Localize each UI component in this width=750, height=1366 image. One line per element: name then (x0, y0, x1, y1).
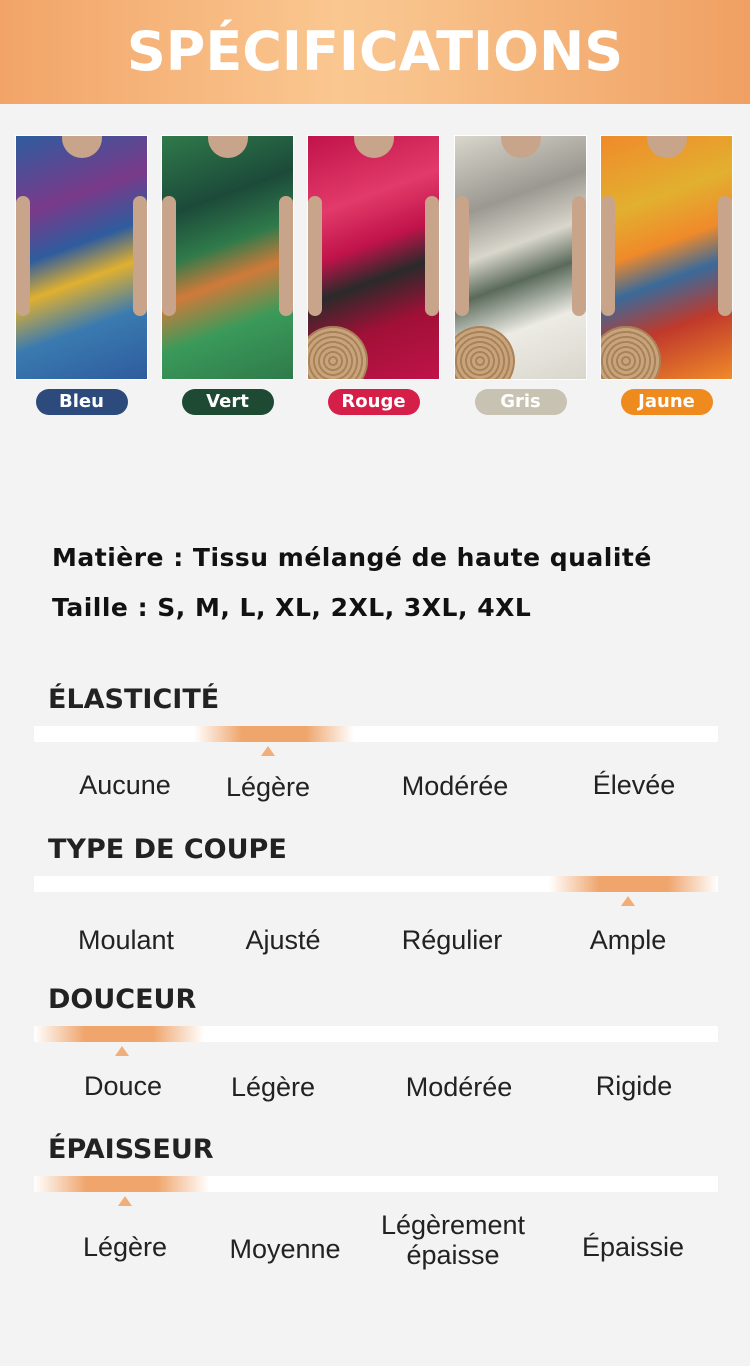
scale-option: Légère (230, 1072, 316, 1102)
scale-title: DOUCEUR (48, 984, 197, 1015)
model-arm (279, 196, 293, 316)
scale-option: Légère (82, 1232, 168, 1262)
scale-option: Légèrement épaisse (380, 1210, 526, 1270)
scale-highlight (549, 876, 718, 892)
dress-photo (161, 135, 294, 380)
scale-track (34, 1026, 718, 1042)
scale-track (34, 1176, 718, 1192)
material-spec: Matière : Tissu mélangé de haute qualité (52, 543, 652, 572)
model-arm (133, 196, 147, 316)
scale-option: Régulier (401, 925, 503, 955)
scale-option: Moyenne (229, 1234, 341, 1264)
model-neck (354, 136, 394, 158)
straw-bag-icon (308, 326, 368, 379)
scale-highlight (194, 726, 354, 742)
scale-title: ÉLASTICITÉ (48, 684, 220, 715)
scale-option: Douce (83, 1071, 163, 1101)
model-arm (162, 196, 176, 316)
model-neck (501, 136, 541, 158)
color-label-pill: Gris (474, 389, 567, 415)
scale-option: Élevée (592, 770, 676, 800)
model-arm (308, 196, 322, 316)
color-options: Bleu Vert Rouge Gris Jaune (0, 135, 750, 425)
scale-title: ÉPAISSEUR (48, 1134, 214, 1165)
selected-marker-icon (118, 1196, 132, 1206)
color-option-jaune[interactable]: Jaune (600, 135, 733, 415)
color-label-pill: Bleu (35, 389, 128, 415)
scale-track (34, 876, 718, 892)
model-arm (572, 196, 586, 316)
model-neck (62, 136, 102, 158)
straw-bag-icon (601, 326, 661, 379)
scale-option: Aucune (79, 770, 171, 800)
scale-track (34, 726, 718, 742)
model-arm (718, 196, 732, 316)
scale-option: Ajusté (245, 925, 321, 955)
model-neck (208, 136, 248, 158)
dress-photo (307, 135, 440, 380)
model-arm (16, 196, 30, 316)
color-option-bleu[interactable]: Bleu (15, 135, 148, 415)
scale-option: Épaissie (581, 1232, 685, 1262)
color-label-pill: Rouge (327, 389, 420, 415)
model-arm (601, 196, 615, 316)
selected-marker-icon (261, 746, 275, 756)
dress-photo (454, 135, 587, 380)
product-specs: Matière : Tissu mélangé de haute qualité… (52, 540, 742, 640)
color-label-pill: Vert (181, 389, 274, 415)
scale-option: Modérée (401, 771, 509, 801)
scale-option: Légère (225, 772, 311, 802)
color-option-rouge[interactable]: Rouge (307, 135, 440, 415)
straw-bag-icon (455, 326, 515, 379)
model-arm (455, 196, 469, 316)
scale-option: Ample (589, 925, 667, 955)
dress-photo (15, 135, 148, 380)
color-option-gris[interactable]: Gris (454, 135, 587, 415)
page-title: SPÉCIFICATIONS (126, 20, 624, 83)
selected-marker-icon (621, 896, 635, 906)
selected-marker-icon (115, 1046, 129, 1056)
scale-option: Modérée (405, 1072, 513, 1102)
color-option-vert[interactable]: Vert (161, 135, 294, 415)
header-banner: SPÉCIFICATIONS (0, 0, 750, 104)
scale-title: TYPE DE COUPE (48, 834, 287, 865)
scale-option: Rigide (595, 1071, 673, 1101)
model-neck (647, 136, 687, 158)
model-arm (425, 196, 439, 316)
scale-highlight (34, 1176, 209, 1192)
scale-option: Moulant (77, 925, 175, 955)
color-label-pill: Jaune (620, 389, 713, 415)
scale-highlight (34, 1026, 204, 1042)
dress-photo (600, 135, 733, 380)
size-spec: Taille : S, M, L, XL, 2XL, 3XL, 4XL (52, 593, 532, 622)
